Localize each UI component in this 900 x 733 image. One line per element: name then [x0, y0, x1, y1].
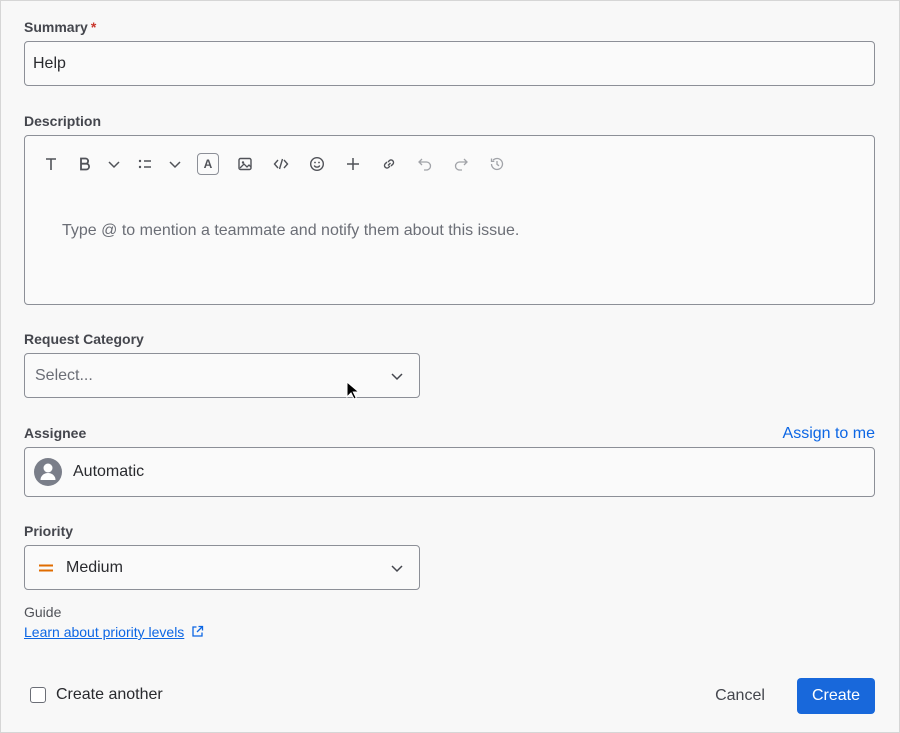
text-style-icon[interactable]: [39, 152, 63, 176]
priority-select[interactable]: Medium: [24, 545, 420, 590]
priority-medium-icon: [39, 564, 53, 572]
description-label: Description: [24, 113, 102, 129]
chevron-down-icon: [391, 565, 403, 573]
request-category-select[interactable]: Select...: [24, 353, 420, 398]
request-category-label: Request Category: [24, 331, 144, 347]
summary-label-text: Summary: [24, 19, 88, 35]
mouse-cursor-icon: [346, 381, 360, 400]
bold-icon[interactable]: [73, 152, 97, 176]
priority-levels-link[interactable]: Learn about priority levels: [24, 624, 184, 640]
list-icon[interactable]: [133, 152, 157, 176]
code-icon[interactable]: [269, 152, 293, 176]
external-link-icon: [192, 625, 204, 637]
avatar-icon: [34, 458, 62, 486]
cancel-label: Cancel: [715, 687, 765, 704]
history-icon[interactable]: [485, 152, 509, 176]
create-issue-form: Summary * Help Description A Type @ to m…: [0, 0, 900, 733]
assignee-label: Assignee: [24, 425, 87, 441]
request-category-placeholder: Select...: [35, 367, 93, 384]
required-mark: *: [90, 19, 97, 35]
chevron-down-icon: [391, 373, 403, 381]
assignee-select[interactable]: Automatic: [24, 447, 875, 497]
text-color-letter: A: [203, 157, 213, 171]
priority-label: Priority: [24, 523, 74, 539]
create-another-checkbox[interactable]: [30, 687, 46, 703]
assign-to-me-link[interactable]: Assign to me: [783, 425, 875, 443]
assignee-value: Automatic: [73, 463, 145, 480]
summary-label: Summary *: [24, 19, 96, 35]
image-icon[interactable]: [233, 152, 257, 176]
guide-link-row[interactable]: Learn about priority levels: [24, 624, 204, 640]
create-button[interactable]: Create: [797, 678, 875, 714]
redo-icon[interactable]: [449, 152, 473, 176]
text-color-icon[interactable]: A: [197, 153, 219, 175]
chevron-down-icon[interactable]: [102, 152, 126, 176]
link-icon[interactable]: [377, 152, 401, 176]
summary-value: Help: [33, 55, 66, 72]
cancel-button[interactable]: Cancel: [701, 678, 779, 714]
plus-icon[interactable]: [341, 152, 365, 176]
undo-icon[interactable]: [413, 152, 437, 176]
priority-value: Medium: [66, 559, 123, 576]
description-placeholder: Type @ to mention a teammate and notify …: [62, 222, 520, 239]
emoji-icon[interactable]: [305, 152, 329, 176]
guide-label: Guide: [24, 604, 62, 620]
chevron-down-icon[interactable]: [163, 152, 187, 176]
description-editor[interactable]: A Type @ to mention a teammate and notif…: [24, 135, 875, 305]
create-another-label[interactable]: Create another: [56, 686, 163, 704]
create-label: Create: [811, 687, 861, 704]
summary-input[interactable]: Help: [24, 41, 875, 86]
